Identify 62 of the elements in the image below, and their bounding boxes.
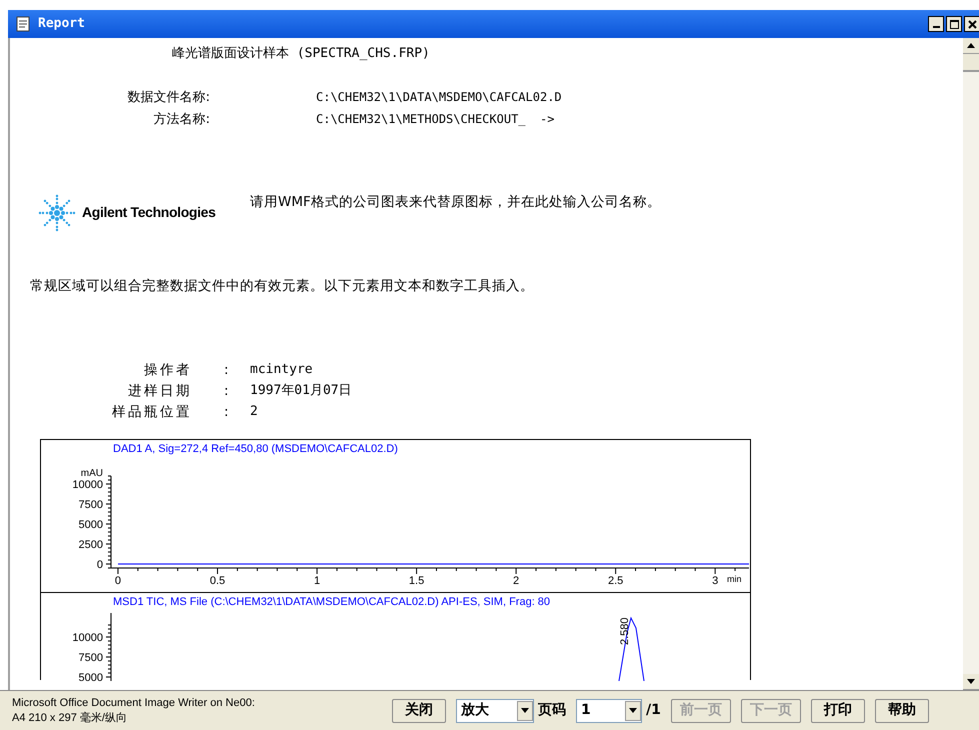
tick-label: 0 <box>114 574 122 586</box>
field-value: C:\CHEM32\1\METHODS\CHECKOUT_ -> <box>316 111 554 128</box>
scroll-thumb[interactable] <box>963 54 979 72</box>
field-label: 数据文件名称: <box>126 88 210 106</box>
close-button[interactable] <box>964 16 979 32</box>
dropdown[interactable]: 放大 <box>456 698 534 722</box>
chart-title: DAD1 A, Sig=272,4 Ref=450,80 (MSDEMO\CAFCAL02.D) <box>113 442 398 454</box>
field-separator: : <box>224 382 230 401</box>
tick-label: 0.5 <box>210 574 226 586</box>
tick-label: 10000 <box>72 478 103 490</box>
caret-icon <box>629 708 637 713</box>
field-value: 2 <box>250 403 258 422</box>
intro-text: 常规区域可以组合完整数据文件中的有效元素。以下元素用文本和数字工具插入。 <box>30 276 535 296</box>
field-value: 1997年01月07日 <box>250 382 352 400</box>
field-separator: : <box>224 403 230 422</box>
tick-label: 2 <box>513 574 520 586</box>
tick-label: 2500 <box>78 538 103 550</box>
scrollbar[interactable] <box>963 38 979 690</box>
toolbar-button[interactable]: 打印 <box>810 698 865 722</box>
up-arrow-icon <box>967 43 975 48</box>
field-value: mcintyre <box>250 360 313 379</box>
peak-drawing <box>618 616 644 680</box>
logo-icon <box>38 194 76 232</box>
chart-title: MSD1 TIC, MS File (C:\CHEM32\1\DATA\MSDEMO\CAFCAL02.D) API-ES, SIM, Frag: 80 <box>113 596 550 608</box>
field-label: 样品瓶位置 <box>111 403 192 422</box>
page-label: 页码 <box>538 701 566 720</box>
tick-label: 7500 <box>78 652 103 664</box>
toolbar-button[interactable]: 帮助 <box>874 698 929 722</box>
tick-label: 0 <box>96 558 103 570</box>
tick-label: 5000 <box>78 518 103 530</box>
tick-label: 1.5 <box>408 574 424 586</box>
field-label: 方法名称: <box>152 111 210 129</box>
field-separator: : <box>224 360 230 380</box>
field-value: C:\CHEM32\1\DATA\MSDEMO\CAFCAL02.D <box>316 88 562 106</box>
caret-icon <box>521 708 529 713</box>
report-heading: 峰光谱版面设计样本 (SPECTRA_CHS.FRP) <box>172 45 431 63</box>
axis-label: min <box>727 574 742 584</box>
tick-label: 7500 <box>78 498 103 510</box>
field-label: 操作者 <box>143 360 192 380</box>
tick-label: 2.5 <box>608 574 624 586</box>
printer-info: A4 210 x 297 毫米/纵向 <box>12 710 128 726</box>
tick-label: 5000 <box>78 672 103 680</box>
down-arrow-icon <box>967 679 975 684</box>
toolbar-button[interactable]: 关闭 <box>392 698 446 722</box>
tick-label: 1 <box>314 574 320 586</box>
page-label: /1 <box>646 701 661 720</box>
logo-note: 请用WMF格式的公司图表来代替原图标，并在此处输入公司名称。 <box>250 192 662 212</box>
printer-info: Microsoft Office Document Image Writer on Ne00: <box>12 696 256 710</box>
dropdown[interactable]: 1 <box>576 698 642 722</box>
tick-label: 10000 <box>72 632 103 644</box>
close-icon <box>968 20 976 28</box>
logo-text: Agilent Technologies <box>82 203 216 222</box>
peak-label: 2.580 <box>619 616 631 644</box>
window-title: Report <box>38 15 85 34</box>
scroll-down-button[interactable] <box>963 674 979 690</box>
axis-label: mAU <box>80 468 103 478</box>
tick-label: 3 <box>712 574 718 586</box>
document-icon <box>16 16 30 32</box>
maximize-button[interactable] <box>946 16 962 32</box>
field-label: 进样日期 <box>127 382 192 401</box>
scroll-up-button[interactable] <box>963 38 979 54</box>
minimize-button[interactable] <box>928 16 944 32</box>
